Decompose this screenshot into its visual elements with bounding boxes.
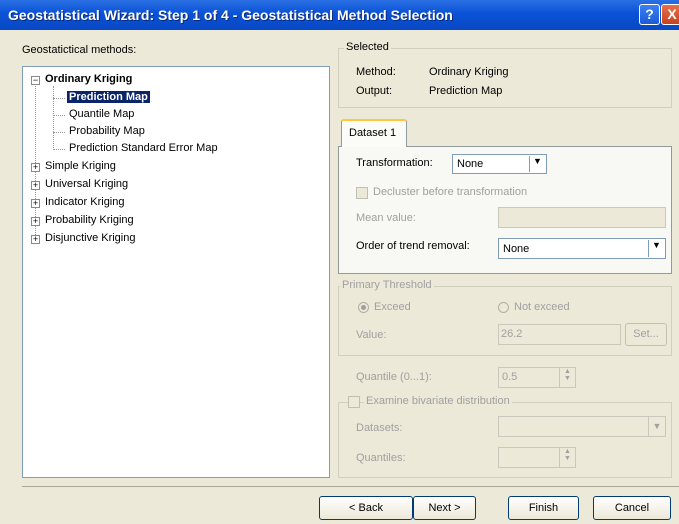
spin-arrows-icon[interactable]: ▲ ▼: [559, 368, 575, 387]
threshold-value: 26.2: [501, 328, 523, 340]
chevron-down-icon: ▼: [529, 156, 545, 172]
threshold-group-title: Primary Threshold: [340, 279, 434, 291]
tree-connector: [53, 149, 65, 150]
threshold-value-label: Value:: [356, 329, 387, 341]
tree-connector: [53, 132, 65, 133]
trend-removal-select[interactable]: None ▼: [498, 238, 666, 259]
tree-node-quantile-map[interactable]: Quantile Map: [69, 108, 134, 120]
trend-removal-value: None: [503, 243, 530, 255]
datasets-label: Datasets:: [356, 422, 403, 434]
selected-group: [338, 48, 672, 108]
tree-node-ordinary-kriging[interactable]: Ordinary Kriging: [45, 73, 132, 85]
cancel-button[interactable]: Cancel: [593, 496, 671, 520]
method-value: Ordinary Kriging: [429, 66, 509, 78]
tree-node-prediction-standard-error-map[interactable]: Prediction Standard Error Map: [69, 142, 218, 154]
methods-label: Geostatictical methods:: [22, 44, 137, 56]
expand-icon[interactable]: +: [31, 235, 40, 244]
tree-connector: [53, 115, 65, 116]
datasets-select[interactable]: ▼: [498, 416, 666, 437]
output-value: Prediction Map: [429, 85, 503, 97]
set-button[interactable]: Set...: [625, 323, 667, 346]
tree-node-probability-map[interactable]: Probability Map: [69, 125, 145, 137]
mean-value-input[interactable]: [498, 207, 666, 228]
trend-removal-label: Order of trend removal:: [356, 240, 470, 252]
transformation-label: Transformation:: [356, 157, 433, 169]
back-button[interactable]: < Back: [319, 496, 413, 520]
quantiles-label: Quantiles:: [356, 452, 406, 464]
tab-dataset-1[interactable]: Dataset 1: [341, 119, 407, 147]
chevron-down-icon: ▼: [648, 240, 664, 257]
exceed-label: Exceed: [374, 301, 411, 313]
transformation-value: None: [457, 158, 484, 170]
bivariate-checkbox[interactable]: [348, 396, 360, 408]
tab-label: Dataset 1: [349, 127, 397, 139]
tree-node-indicator-kriging[interactable]: Indicator Kriging: [45, 196, 125, 208]
quantiles-input[interactable]: ▲ ▼: [498, 447, 576, 468]
selected-group-title: Selected: [344, 41, 391, 53]
tree-node-prediction-map[interactable]: Prediction Map: [67, 91, 150, 103]
tree-node-disjunctive-kriging[interactable]: Disjunctive Kriging: [45, 232, 135, 244]
decluster-checkbox[interactable]: [356, 187, 368, 199]
footer-separator: [22, 486, 679, 487]
help-button[interactable]: ?: [639, 4, 660, 25]
expand-icon[interactable]: +: [31, 181, 40, 190]
tree-connector: [53, 98, 65, 99]
next-button[interactable]: Next >: [413, 496, 476, 520]
not-exceed-label: Not exceed: [514, 301, 570, 313]
tree-node-universal-kriging[interactable]: Universal Kriging: [45, 178, 128, 190]
mean-value-label: Mean value:: [356, 212, 416, 224]
title-bar: Geostatistical Wizard: Step 1 of 4 - Geo…: [0, 0, 679, 30]
chevron-down-icon: ▼: [648, 417, 665, 436]
finish-button[interactable]: Finish: [508, 496, 579, 520]
tree-node-simple-kriging[interactable]: Simple Kriging: [45, 160, 116, 172]
decluster-label: Decluster before transformation: [373, 186, 528, 198]
expand-icon[interactable]: +: [31, 217, 40, 226]
expand-icon[interactable]: +: [31, 163, 40, 172]
exceed-radio[interactable]: [358, 302, 369, 313]
threshold-group: [338, 286, 672, 356]
expand-icon[interactable]: +: [31, 199, 40, 208]
tree-node-probability-kriging[interactable]: Probability Kriging: [45, 214, 134, 226]
quantile-input[interactable]: 0.5 ▲ ▼: [498, 367, 576, 388]
quantile-value: 0.5: [502, 371, 518, 383]
collapse-icon[interactable]: −: [31, 76, 40, 85]
methods-tree[interactable]: − Ordinary Kriging Prediction Map Quanti…: [22, 66, 330, 478]
threshold-value-input[interactable]: 26.2: [498, 324, 621, 345]
tree-connector: [53, 86, 54, 148]
wizard-window: Geostatistical Wizard: Step 1 of 4 - Geo…: [0, 0, 679, 524]
bivariate-label: Examine bivariate distribution: [364, 395, 512, 407]
window-title: Geostatistical Wizard: Step 1 of 4 - Geo…: [8, 7, 453, 23]
not-exceed-radio[interactable]: [498, 302, 509, 313]
method-label: Method:: [356, 66, 396, 78]
transformation-select[interactable]: None ▼: [452, 154, 547, 174]
output-label: Output:: [356, 85, 393, 97]
spin-arrows-icon[interactable]: ▲ ▼: [559, 448, 575, 467]
close-button[interactable]: X: [661, 4, 679, 25]
quantile-label: Quantile (0...1):: [356, 371, 432, 383]
